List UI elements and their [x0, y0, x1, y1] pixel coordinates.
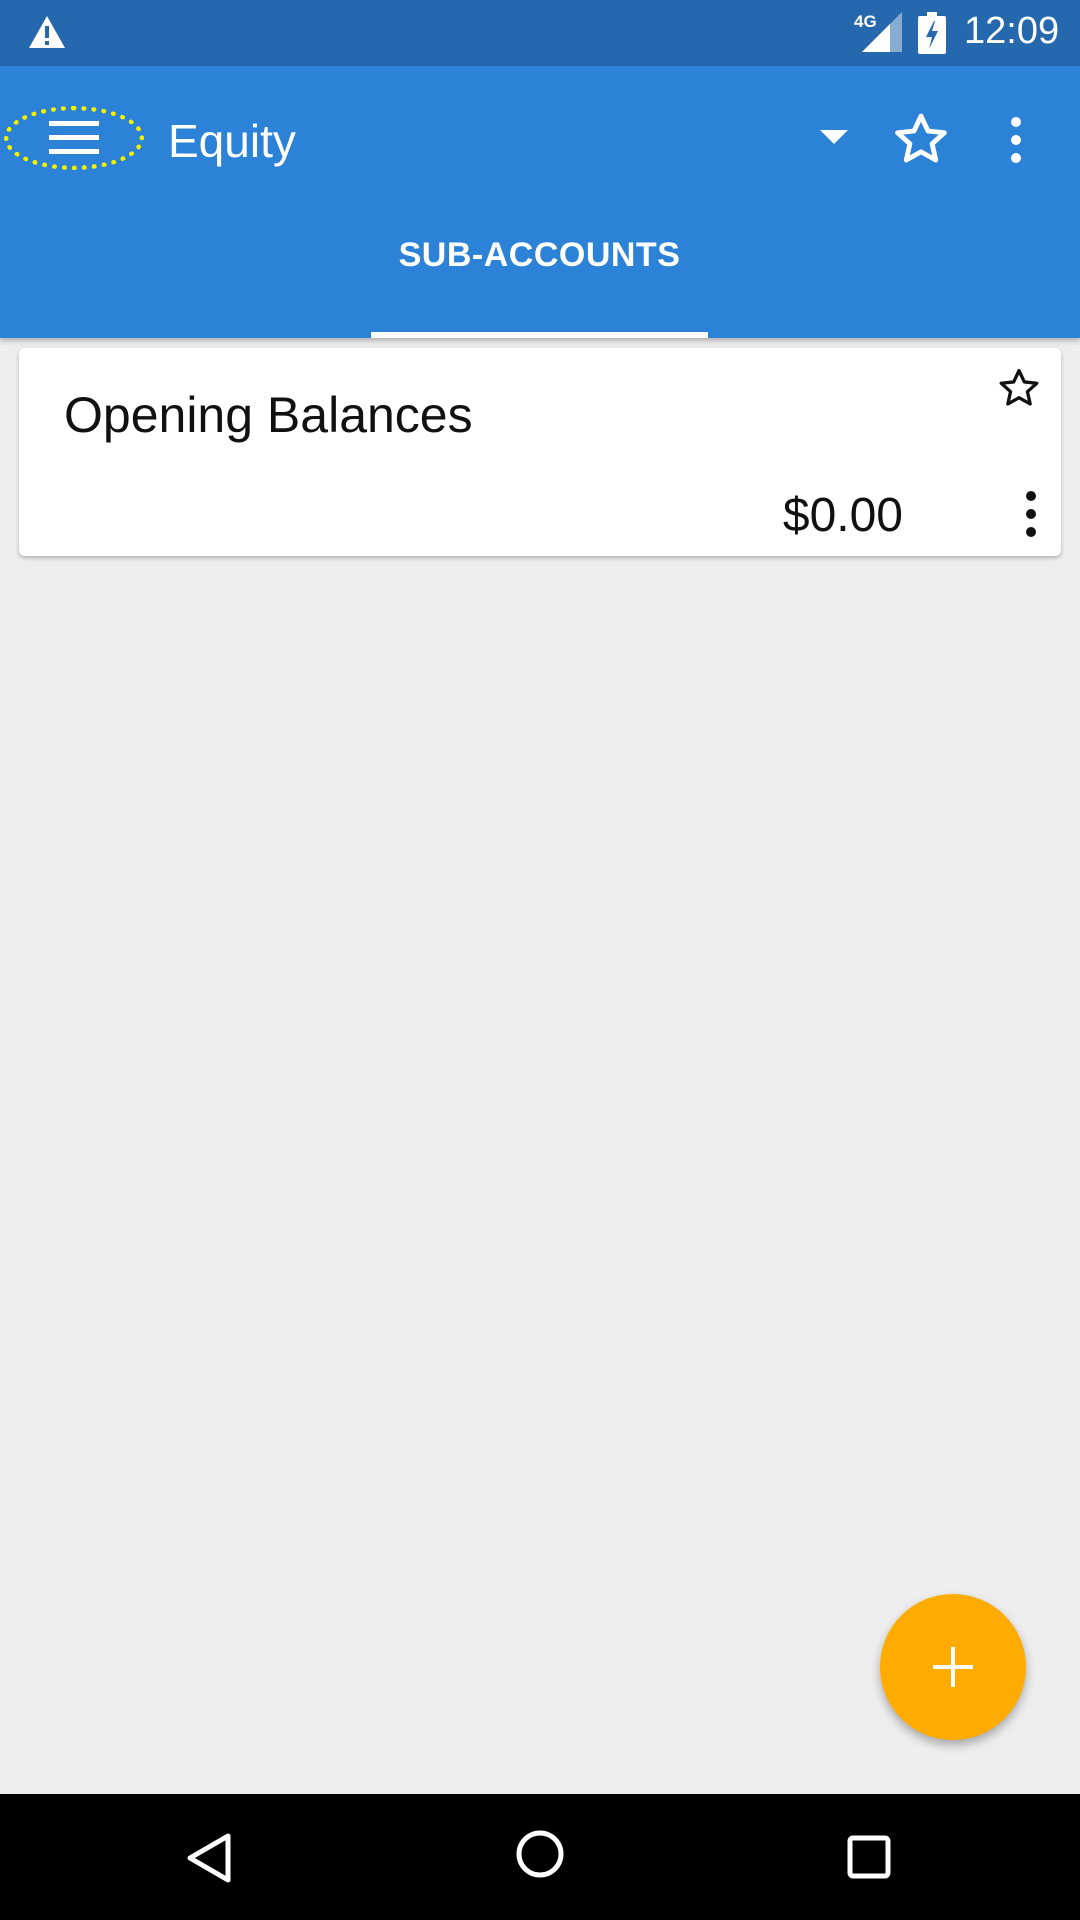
more-vert-icon[interactable]	[996, 116, 1036, 164]
menu-icon	[49, 121, 99, 154]
add-account-button[interactable]	[880, 1594, 1026, 1740]
status-bar: 4G 12:09	[0, 0, 1080, 66]
recents-icon[interactable]	[846, 1834, 892, 1880]
tab-indicator	[371, 332, 708, 338]
battery-charging-icon	[918, 12, 946, 54]
page-title: Equity	[168, 115, 296, 167]
star-outline-icon[interactable]	[892, 110, 950, 168]
more-vert-icon[interactable]	[1019, 490, 1043, 538]
app-bar: Equity SUB-ACCOUNTS	[0, 66, 1080, 338]
warning-icon	[29, 16, 65, 48]
account-balance: $0.00	[782, 489, 903, 542]
navigation-bar	[0, 1794, 1080, 1920]
add-icon	[933, 1647, 973, 1687]
menu-button[interactable]	[4, 106, 144, 170]
account-card[interactable]: Opening Balances $0.00	[19, 348, 1061, 556]
network-type-label: 4G	[854, 12, 877, 31]
tab-label: SUB-ACCOUNTS	[398, 236, 681, 274]
account-name: Opening Balances	[64, 387, 473, 443]
home-icon[interactable]	[514, 1828, 566, 1880]
back-icon[interactable]	[184, 1832, 234, 1884]
status-time: 12:09	[964, 10, 1060, 52]
tab-sub-accounts[interactable]: SUB-ACCOUNTS	[371, 236, 708, 338]
star-outline-icon[interactable]	[997, 366, 1041, 410]
dropdown-arrow-icon[interactable]	[816, 118, 852, 154]
